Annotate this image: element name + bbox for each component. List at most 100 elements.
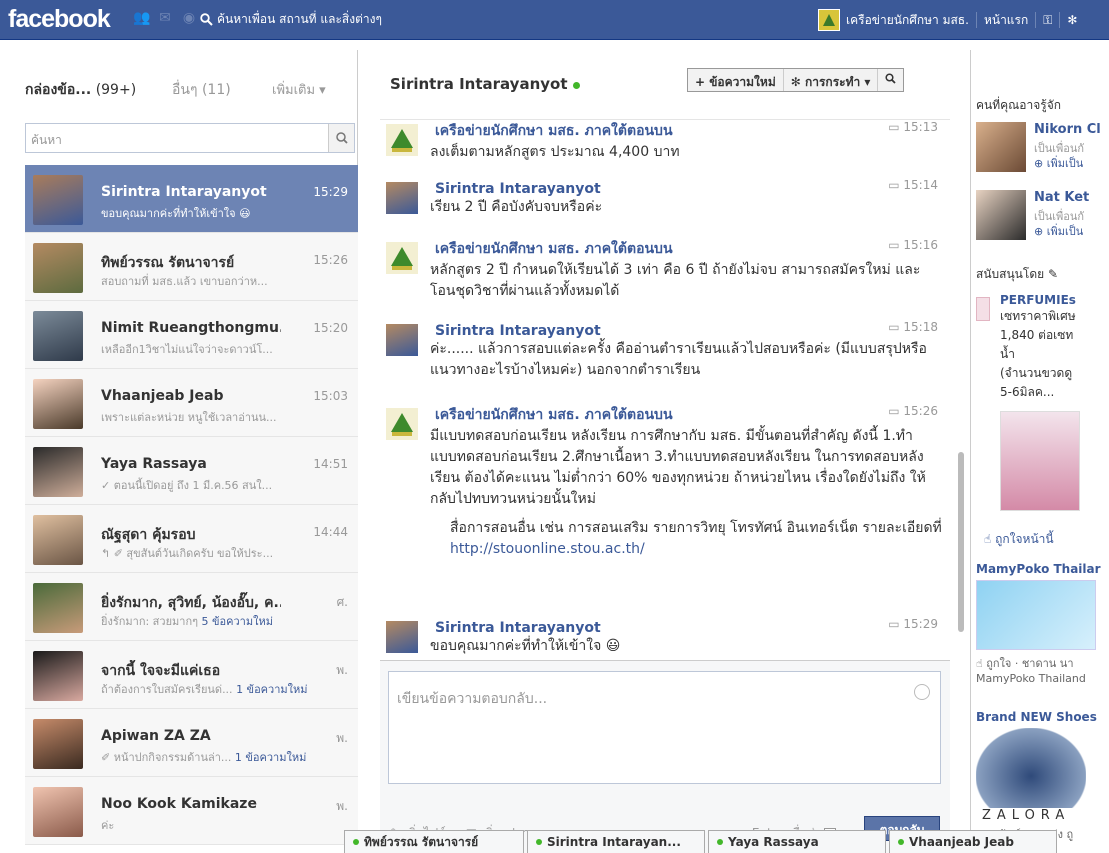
zalora-logo: ZALORA — [982, 808, 1071, 823]
avatar[interactable] — [386, 621, 418, 653]
reply-placeholder: เขียนข้อความตอบกลับ... — [397, 691, 548, 707]
top-right-nav: เครือข่ายนักศึกษา มสธ. หน้าแรก ⚿ ✻ — [818, 9, 1077, 31]
message-sender[interactable]: Sirintra Intarayanyot — [435, 181, 601, 197]
thread-search-input[interactable]: ค้นหา — [25, 123, 355, 153]
home-link[interactable]: หน้าแรก — [984, 11, 1028, 30]
ad-zalora[interactable]: Brand NEW Shoes ZALORA นนทนันท์ ทองแท่ง … — [976, 710, 1109, 843]
avatar[interactable] — [33, 651, 83, 701]
message-list: เครือข่ายนักศึกษา มสธ. ภาคใต้ตอนบน ▭ 15:… — [380, 120, 950, 655]
thread-item[interactable]: Sirintra Intarayanyot 15:29 ขอบคุณมากค่ะ… — [25, 165, 358, 233]
top-search[interactable]: ค้นหาเพื่อน สถานที่ และสิ่งต่างๆ — [200, 10, 382, 29]
avatar[interactable] — [386, 324, 418, 356]
sponsored-heading: สนับสนุนโดย ✎ — [976, 265, 1058, 284]
message-sender[interactable]: Sirintra Intarayanyot — [435, 323, 601, 339]
inbox-tab[interactable]: กล่องข้อ... (99+) — [25, 79, 136, 101]
avatar[interactable] — [33, 515, 83, 565]
thread-item[interactable]: Nimit Rueangthongmu... 15:20 เหลืออีก1วิ… — [25, 301, 358, 369]
thread-item[interactable]: จากนี้ ใจจะมีแค่เธอ พ. ถ้าต้องการใบสมัคร… — [25, 641, 358, 709]
shoe-image[interactable] — [976, 728, 1086, 808]
message-time-label: 15:18 — [903, 320, 938, 334]
avatar[interactable] — [976, 190, 1026, 240]
avatar[interactable] — [33, 719, 83, 769]
thread-snippet-text: เหลืออีก1วิชาไม่แน่ใจว่าจะดาวน์โ... — [101, 343, 273, 356]
pymk-item[interactable]: Nat Ket เป็นเพื่อนกั ⊕ เพิ่มเป็น — [976, 190, 1109, 250]
thread-item[interactable]: ทิพย์วรรณ รัตนาจารย์ 15:26 สอบถามที่ มสธ… — [25, 233, 358, 301]
message-text: เรียน 2 ปี คือบังคับจบหรือค่ะ — [430, 199, 603, 215]
ad-like-button[interactable]: ☝ ถูกใจหน้านี้ — [984, 530, 1054, 549]
chat-tab[interactable]: Vhaanjeab Jeab — [889, 830, 1057, 853]
message-sender[interactable]: เครือข่ายนักศึกษา มสธ. ภาคใต้ตอนบน — [435, 120, 673, 142]
ad-image[interactable] — [976, 580, 1096, 650]
add-friend-button[interactable]: ⊕ เพิ่มเป็น — [1034, 222, 1083, 240]
reply-textarea[interactable]: เขียนข้อความตอบกลับ... — [388, 671, 941, 784]
pymk-name[interactable]: Nat Ket — [1034, 190, 1089, 205]
conversation-title[interactable]: Sirintra Intarayanyot — [390, 75, 580, 93]
ad-title[interactable]: Brand NEW Shoes — [976, 710, 1109, 724]
settings-icon[interactable]: ✻ — [1067, 13, 1077, 27]
thread-time: พ. — [336, 663, 348, 677]
message-scrollbar[interactable] — [958, 452, 964, 632]
thread-item[interactable]: Yaya Rassaya 14:51 ✓ ตอนนี้เปิดอยู่ ถึง … — [25, 437, 358, 505]
message-time: ▭ 15:26 — [888, 404, 938, 418]
avatar[interactable] — [976, 122, 1026, 172]
chat-tab[interactable]: ทิพย์วรรณ รัตนาจารย์ — [344, 830, 524, 853]
message-sender[interactable]: เครือข่ายนักศึกษา มสธ. ภาคใต้ตอนบน — [435, 238, 673, 260]
notifications-icon[interactable]: ◉ — [181, 10, 197, 26]
ad-sponsor[interactable]: MamyPoko Thailand — [976, 672, 1109, 685]
thread-name: Noo Kook Kamikaze — [101, 796, 257, 812]
ad-title[interactable]: MamyPoko Thailar — [976, 562, 1109, 576]
new-message-button[interactable]: + ข้อความใหม่ — [688, 69, 784, 91]
thread-name: Yaya Rassaya — [101, 456, 207, 472]
messages-icon[interactable]: ✉ — [157, 10, 173, 26]
avatar[interactable] — [33, 787, 83, 837]
search-conversation-button[interactable] — [878, 69, 903, 91]
message-sender[interactable]: Sirintra Intarayanyot — [435, 620, 601, 636]
avatar[interactable] — [386, 182, 418, 214]
page-logo-icon[interactable] — [386, 124, 418, 156]
facebook-logo[interactable]: facebook — [8, 5, 111, 34]
ad-title[interactable]: PERFUMIEs — [1000, 293, 1109, 307]
ad-text: 1,840 ต่อเซท — [1000, 328, 1074, 342]
other-tab[interactable]: อื่นๆ (11) — [172, 79, 231, 101]
search-icon[interactable] — [328, 124, 354, 152]
thread-snippet: ✐ หน้าปกกิจกรรมด้านล่า... 1 ข้อความใหม่ — [101, 748, 341, 766]
actions-dropdown[interactable]: ✻ การกระทำ ▾ — [784, 69, 879, 91]
ad-image[interactable] — [1000, 411, 1080, 511]
avatar[interactable] — [33, 447, 83, 497]
ad-perfumies[interactable]: PERFUMIEs เซทราคาพิเศษ 1,840 ต่อเซท น้ำ … — [976, 293, 1109, 546]
chat-tab[interactable]: Sirintra Intarayan... — [527, 830, 705, 853]
page-avatar[interactable] — [818, 9, 840, 31]
thread-time: 15:03 — [313, 389, 348, 403]
thread-item[interactable]: Noo Kook Kamikaze พ. ค่ะ — [25, 777, 358, 845]
ad-mamypoko[interactable]: MamyPoko Thailar ☝ ถูกใจ · ชาดาน นา Mamy… — [976, 562, 1109, 685]
thread-snippet-text: สอบถามที่ มสธ.แล้ว เขาบอกว่าห... — [101, 275, 268, 288]
online-indicator-icon — [717, 839, 723, 845]
more-dropdown[interactable]: เพิ่มเติม ▾ — [272, 79, 326, 100]
edit-icon[interactable]: ✎ — [1048, 267, 1058, 281]
avatar[interactable] — [33, 243, 83, 293]
thread-item[interactable]: Vhaanjeab Jeab 15:03 เพราะแต่ละหน่วย หนู… — [25, 369, 358, 437]
privacy-icon[interactable]: ⚿ — [1043, 13, 1052, 28]
thread-item[interactable]: ยิ่งรักมาก, สุวิทย์, น้องอั๊บ, ค... ศ. ย… — [25, 573, 358, 641]
page-logo-icon[interactable] — [386, 408, 418, 440]
pymk-item[interactable]: Nikorn Cl เป็นเพื่อนกั ⊕ เพิ่มเป็น — [976, 122, 1109, 182]
avatar[interactable] — [33, 311, 83, 361]
avatar[interactable] — [33, 175, 83, 225]
thread-item[interactable]: Apiwan ZA ZA พ. ✐ หน้าปกกิจกรรมด้านล่า..… — [25, 709, 358, 777]
emoticon-icon[interactable] — [914, 684, 930, 700]
thread-snippet-text: ขอบคุณมากค่ะที่ทำให้เข้าใจ 😃 — [101, 207, 251, 220]
thread-name: Nimit Rueangthongmu... — [101, 320, 281, 336]
add-friend-button[interactable]: ⊕ เพิ่มเป็น — [1034, 154, 1083, 172]
avatar[interactable] — [33, 379, 83, 429]
page-logo-icon[interactable] — [386, 242, 418, 274]
message-link[interactable]: http://stouonline.stou.ac.th/ — [450, 541, 645, 557]
avatar[interactable] — [33, 583, 83, 633]
message-text: ขอบคุณมากค่ะที่ทำให้เข้าใจ 😃 — [430, 638, 621, 654]
page-name-link[interactable]: เครือข่ายนักศึกษา มสธ. — [846, 11, 969, 30]
message-sender[interactable]: เครือข่ายนักศึกษา มสธ. ภาคใต้ตอนบน — [435, 404, 673, 426]
chat-tab[interactable]: Yaya Rassaya — [708, 830, 886, 853]
friend-requests-icon[interactable]: 👥 — [133, 10, 150, 26]
thread-search-placeholder: ค้นหา — [31, 133, 62, 147]
pymk-name[interactable]: Nikorn Cl — [1034, 122, 1101, 137]
thread-item[interactable]: ณัฐสุดา คุ้มรอบ 14:44 ↰ ✐ สุขสันต์วันเกิ… — [25, 505, 358, 573]
